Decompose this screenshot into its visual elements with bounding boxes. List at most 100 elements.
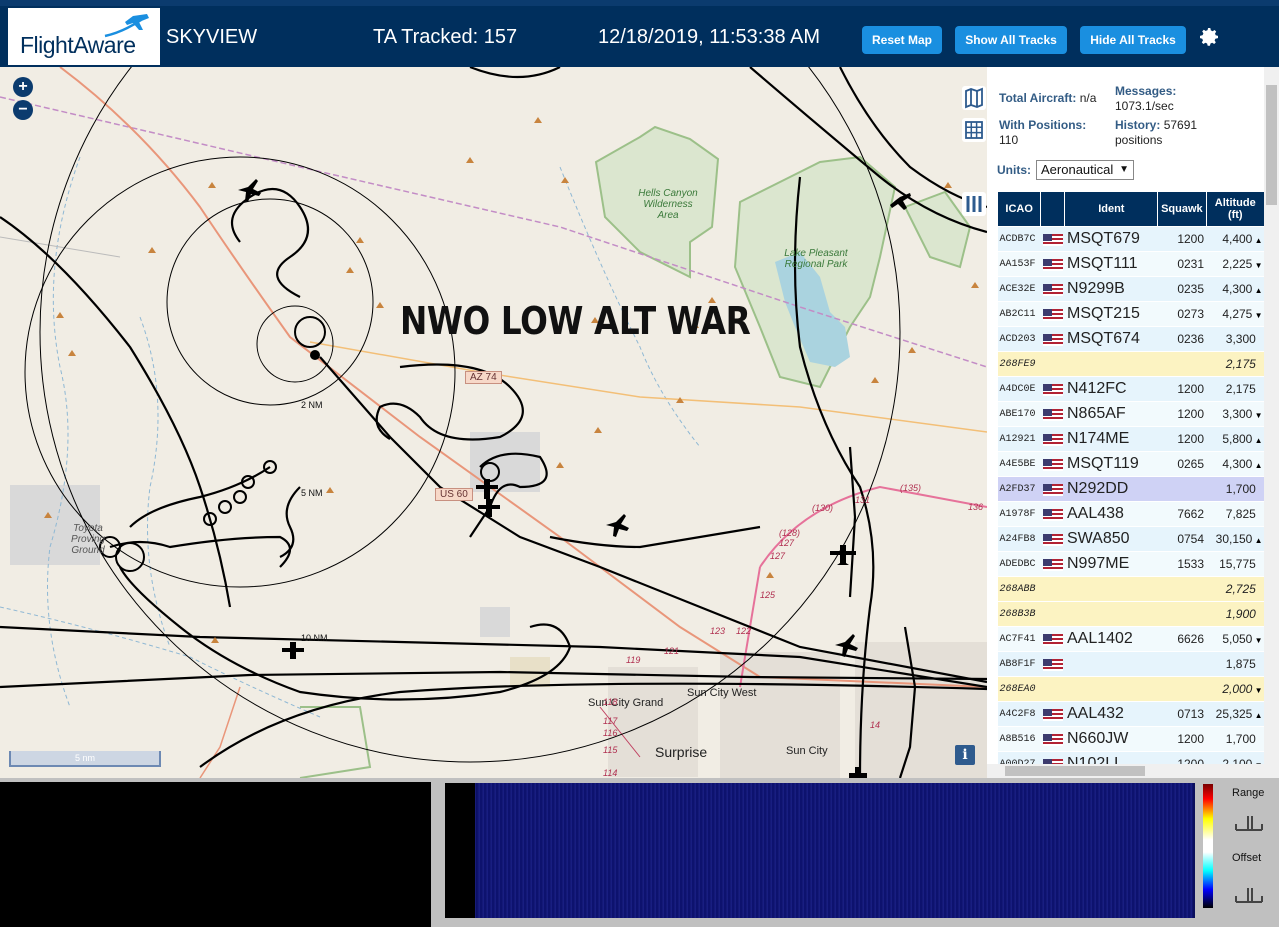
exit-label: 127 bbox=[779, 538, 795, 548]
altitude-value: 1,700 bbox=[1225, 482, 1256, 496]
squawk-cell: 0273 bbox=[1157, 301, 1207, 327]
exit-label: 127 bbox=[770, 551, 786, 561]
range-label-10nm: 10 NM bbox=[301, 633, 328, 643]
map-scale-bar: 5 nm bbox=[9, 751, 161, 767]
units-select[interactable]: Aeronautical ▼ bbox=[1036, 160, 1134, 180]
altitude-value: 4,275 bbox=[1222, 307, 1253, 321]
sidebar-horizontal-scrollbar[interactable] bbox=[987, 764, 1279, 778]
aircraft-row[interactable]: AA153F MSQT111 0231 2,225 ▼ bbox=[997, 251, 1265, 277]
sidebar-vertical-scrollbar[interactable] bbox=[1264, 67, 1279, 764]
hide-all-tracks-button[interactable]: Hide All Tracks bbox=[1080, 26, 1186, 54]
icao-cell: ADEDBC bbox=[997, 551, 1041, 577]
show-all-tracks-button[interactable]: Show All Tracks bbox=[955, 26, 1067, 54]
ta-tracked-count: TA Tracked: 157 bbox=[373, 26, 518, 48]
squawk-cell bbox=[1157, 576, 1207, 602]
gear-icon[interactable] bbox=[1197, 25, 1221, 49]
ident-cell: MSQT679 bbox=[1064, 226, 1158, 252]
flag-cell bbox=[1040, 726, 1065, 752]
flag-cell bbox=[1040, 401, 1065, 427]
altitude-value: 2,225 bbox=[1222, 257, 1253, 271]
orbit-loops bbox=[99, 316, 500, 572]
us-flag-icon bbox=[1042, 733, 1063, 746]
aircraft-row[interactable]: ABE170 N865AF 1200 3,300 ▼ bbox=[997, 401, 1265, 427]
icao-cell: A4DC0E bbox=[997, 376, 1041, 402]
aircraft-row[interactable]: 268B3B 1,900 bbox=[997, 601, 1265, 627]
info-button[interactable]: i bbox=[955, 745, 975, 765]
columns-icon[interactable] bbox=[962, 192, 986, 216]
aircraft-row[interactable]: AC7F41 AAL1402 6626 5,050 ▼ bbox=[997, 626, 1265, 652]
aircraft-table-body: ACDB7C MSQT679 1200 4,400 ▲ AA153F MSQT111 023… bbox=[997, 226, 1265, 777]
altitude-cell: 2,175 bbox=[1206, 376, 1265, 402]
icao-cell: AC7F41 bbox=[997, 626, 1041, 652]
col-header-ident[interactable]: Ident bbox=[1064, 191, 1159, 227]
aircraft-row[interactable]: ACDB7C MSQT679 1200 4,400 ▲ bbox=[997, 226, 1265, 252]
aircraft-row[interactable]: AB8F1F 1,875 bbox=[997, 651, 1265, 677]
col-header-icao[interactable]: ICAO bbox=[996, 191, 1042, 227]
zoom-in-button[interactable]: + bbox=[13, 77, 33, 97]
urban-area-1 bbox=[470, 432, 540, 492]
messages-label: Messages: bbox=[1115, 84, 1177, 98]
scroll-thumb[interactable] bbox=[1005, 766, 1145, 776]
aircraft-row[interactable]: A8B516 N660JW 1200 1,700 bbox=[997, 726, 1265, 752]
flag-cell bbox=[1040, 326, 1065, 352]
zoom-out-button[interactable]: − bbox=[13, 100, 33, 120]
flightaware-logo[interactable]: FlightAware bbox=[8, 8, 160, 65]
altitude-value: 15,775 bbox=[1219, 557, 1256, 571]
logo-text: FlightAware bbox=[20, 32, 136, 58]
toyota-proving-ground-label: Toyota Proving Ground bbox=[71, 523, 105, 556]
flag-cell bbox=[1040, 276, 1065, 302]
us-flag-icon bbox=[1042, 658, 1063, 671]
flag-cell bbox=[1040, 426, 1065, 452]
us-flag-icon bbox=[1042, 308, 1063, 321]
range-label-5nm: 5 NM bbox=[301, 488, 323, 498]
aircraft-row[interactable]: 268EA0 2,000 ▼ bbox=[997, 676, 1265, 702]
aircraft-row[interactable]: ADEDBC N997ME 1533 15,775 bbox=[997, 551, 1265, 577]
altitude-value: 2,175 bbox=[1225, 357, 1256, 371]
aircraft-row[interactable]: 268FE9 2,175 bbox=[997, 351, 1265, 377]
ident-cell: MSQT674 bbox=[1064, 326, 1158, 352]
col-header-squawk[interactable]: Squawk bbox=[1157, 191, 1207, 227]
aircraft-row[interactable]: A24FB8 SWA850 0754 30,150 ▲ bbox=[997, 526, 1265, 552]
aircraft-row[interactable]: ACD203 MSQT674 0236 3,300 bbox=[997, 326, 1265, 352]
map-layers-icon[interactable] bbox=[962, 86, 986, 110]
icao-cell: AA153F bbox=[997, 251, 1041, 277]
aircraft-row[interactable]: A1978F AAL438 7662 7,825 bbox=[997, 501, 1265, 527]
aircraft-row[interactable]: A12921 N174ME 1200 5,800 ▲ bbox=[997, 426, 1265, 452]
ident-cell: AAL438 bbox=[1064, 501, 1158, 527]
squawk-cell: 1200 bbox=[1157, 426, 1207, 452]
us-flag-icon bbox=[1042, 258, 1063, 271]
range-label: Range bbox=[1232, 787, 1265, 799]
squawk-cell: 0235 bbox=[1157, 276, 1207, 302]
map-canvas[interactable] bbox=[0, 67, 987, 778]
altitude-level-spacer bbox=[1256, 561, 1263, 570]
altitude-value: 4,400 bbox=[1222, 232, 1253, 246]
aircraft-row[interactable]: A4C2F8 AAL432 0713 25,325 ▲ bbox=[997, 701, 1265, 727]
altitude-cell: 7,825 bbox=[1206, 501, 1265, 527]
total-aircraft-value: n/a bbox=[1079, 91, 1097, 105]
receiver-location-dot bbox=[310, 350, 320, 360]
col-header-altitude[interactable]: Altitude (ft) bbox=[1205, 191, 1266, 227]
exit-label: 117 bbox=[603, 716, 618, 726]
app-title: SKYVIEW bbox=[166, 26, 258, 48]
aircraft-row[interactable]: ACE32E N9299B 0235 4,300 ▲ bbox=[997, 276, 1265, 302]
squawk-cell: 0231 bbox=[1157, 251, 1207, 277]
skyview-app: FlightAware SKYVIEW TA Tracked: 157 12/1… bbox=[0, 0, 1279, 927]
lake-pleasant-label: Lake Pleasant Regional Park bbox=[784, 248, 848, 270]
aircraft-row[interactable]: A4DC0E N412FC 1200 2,175 bbox=[997, 376, 1265, 402]
altitude-cell: 25,325 ▲ bbox=[1206, 701, 1265, 727]
grid-icon[interactable] bbox=[962, 118, 986, 142]
altitude-up-icon: ▲ bbox=[1252, 536, 1263, 545]
aircraft-row[interactable]: A4E5BE MSQT119 0265 4,300 ▲ bbox=[997, 451, 1265, 477]
col-header-flag[interactable] bbox=[1040, 191, 1066, 227]
scroll-thumb[interactable] bbox=[1266, 85, 1277, 205]
reset-map-button[interactable]: Reset Map bbox=[862, 26, 942, 54]
range-slider-icon[interactable] bbox=[1234, 812, 1264, 834]
aircraft-row[interactable]: AB2C11 MSQT215 0273 4,275 ▼ bbox=[997, 301, 1265, 327]
us-flag-icon bbox=[1042, 533, 1063, 546]
aircraft-row[interactable]: 268ABB 2,725 bbox=[997, 576, 1265, 602]
altitude-cell: 3,300 bbox=[1206, 326, 1265, 352]
aircraft-row[interactable]: A2FD37 N292DD 1,700 bbox=[997, 476, 1265, 502]
offset-slider-icon[interactable] bbox=[1234, 884, 1264, 906]
altitude-value: 3,300 bbox=[1225, 332, 1256, 346]
map-view[interactable]: NWO LOW ALT WAR + − AZ 74 US 60 2 NM 5 N… bbox=[0, 67, 987, 778]
